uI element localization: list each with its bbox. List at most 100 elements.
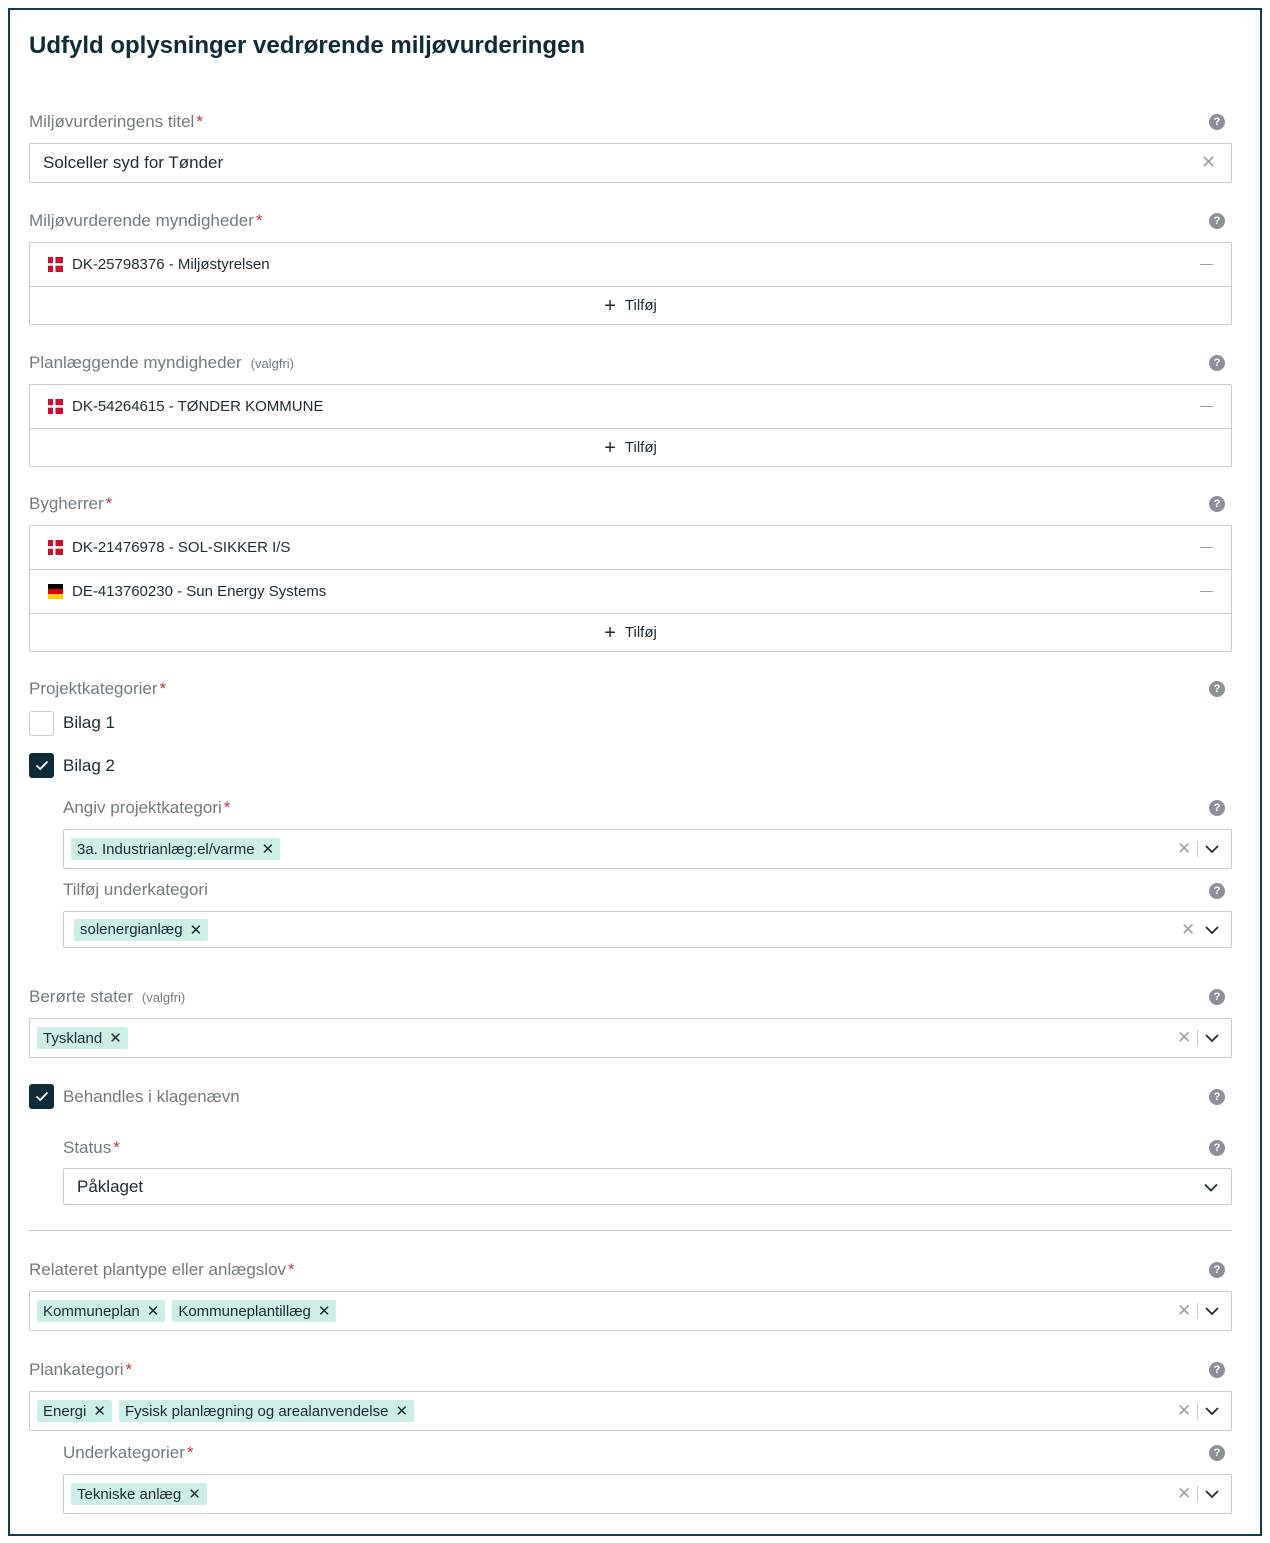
label-text: Projektkategorier: [29, 679, 158, 698]
help-icon[interactable]: ?: [1209, 883, 1225, 899]
separator: [1197, 1403, 1198, 1419]
clear-icon[interactable]: ✕: [1177, 1028, 1191, 1048]
help-icon[interactable]: ?: [1209, 355, 1225, 371]
remove-chip-icon[interactable]: ✕: [109, 1029, 122, 1047]
remove-icon[interactable]: [1200, 547, 1213, 548]
add-button[interactable]: + Tilføj: [30, 287, 1231, 324]
assessing-authorities-list: DK-25798376 - Miljøstyrelsen + Tilføj: [29, 242, 1232, 325]
remove-chip-icon[interactable]: ✕: [262, 840, 275, 858]
planning-authorities-list: DK-54264615 - TØNDER KOMMUNE + Tilføj: [29, 384, 1232, 467]
clear-icon[interactable]: ✕: [1181, 920, 1195, 940]
bilag-2-checkbox[interactable]: [29, 753, 54, 778]
developers-list: DK-21476978 - SOL-SIKKER I/S DE-41376023…: [29, 525, 1232, 652]
remove-icon[interactable]: [1200, 591, 1213, 592]
clear-icon[interactable]: ✕: [1201, 153, 1216, 171]
required-marker: *: [159, 679, 167, 698]
bilag-1-checkbox[interactable]: [29, 711, 54, 736]
plus-icon: +: [604, 436, 616, 459]
chevron-down-icon[interactable]: [1205, 1034, 1219, 1043]
required-marker: *: [125, 1360, 133, 1379]
optional-marker: (valgfri): [250, 356, 294, 371]
appeals-board-label: Behandles i klagenævn: [63, 1087, 240, 1106]
plan-subcategories-label: Underkategorier *: [63, 1443, 194, 1463]
required-marker: *: [255, 211, 263, 230]
clear-icon[interactable]: ✕: [1177, 839, 1191, 859]
remove-chip-icon[interactable]: ✕: [395, 1402, 408, 1420]
list-item: DK-25798376 - Miljøstyrelsen: [30, 243, 1231, 287]
separator: [1197, 1486, 1198, 1502]
add-button-label: Tilføj: [624, 624, 657, 641]
label-text: Planlæggende myndigheder: [29, 353, 242, 372]
help-icon[interactable]: ?: [1209, 114, 1225, 130]
planning-authorities-label: Planlæggende myndigheder (valgfri): [29, 353, 294, 373]
remove-chip-icon[interactable]: ✕: [188, 1485, 201, 1503]
clear-icon[interactable]: ✕: [1177, 1401, 1191, 1421]
chevron-down-icon[interactable]: [1205, 845, 1219, 854]
chip-label: Kommuneplantillæg: [178, 1302, 311, 1320]
page-title: Udfyld oplysninger vedrørende miljøvurde…: [29, 32, 586, 59]
checkmark-icon: [35, 760, 48, 771]
help-icon[interactable]: ?: [1209, 1445, 1225, 1461]
denmark-flag-icon: [48, 257, 63, 272]
add-button[interactable]: + Tilføj: [30, 429, 1231, 466]
chevron-down-icon[interactable]: [1205, 925, 1219, 934]
remove-chip-icon[interactable]: ✕: [147, 1302, 160, 1320]
required-marker: *: [113, 1138, 120, 1157]
chevron-down-icon[interactable]: [1205, 1307, 1219, 1316]
chip: solenergianlæg ✕: [74, 918, 209, 941]
plan-category-multiselect[interactable]: Energi ✕ Fysisk planlægning og arealanven…: [29, 1391, 1232, 1431]
chevron-down-icon[interactable]: [1205, 1407, 1219, 1416]
list-item: DE-413760230 - Sun Energy Systems: [30, 570, 1231, 614]
label-text: Plankategori: [29, 1360, 124, 1379]
required-marker: *: [105, 494, 113, 513]
chevron-down-icon[interactable]: [1204, 1183, 1218, 1192]
list-item: DK-54264615 - TØNDER KOMMUNE: [30, 385, 1231, 429]
germany-flag-icon: [48, 584, 63, 599]
help-icon[interactable]: ?: [1209, 989, 1225, 1005]
help-icon[interactable]: ?: [1209, 1262, 1225, 1278]
help-icon[interactable]: ?: [1209, 213, 1225, 229]
label-text: Berørte stater: [29, 987, 133, 1006]
project-categories-label: Projektkategorier *: [29, 679, 166, 699]
related-plan-multiselect[interactable]: Kommuneplan ✕ Kommuneplantillæg ✕ ✕: [29, 1291, 1232, 1331]
checkmark-icon: [35, 1091, 48, 1102]
add-button-label: Tilføj: [624, 439, 657, 456]
help-icon[interactable]: ?: [1209, 681, 1225, 697]
label-text: Status: [63, 1138, 112, 1157]
chevron-down-icon[interactable]: [1205, 1490, 1219, 1499]
title-input[interactable]: Solceller syd for Tønder: [29, 143, 1232, 183]
chip-label: Fysisk planlægning og arealanvendelse: [124, 1402, 389, 1420]
remove-chip-icon[interactable]: ✕: [318, 1302, 331, 1320]
remove-icon[interactable]: [1200, 406, 1213, 407]
affected-states-multiselect[interactable]: Tyskland ✕ ✕: [29, 1018, 1232, 1058]
add-button-label: Tilføj: [624, 297, 657, 314]
list-item-label: DE-413760230 - Sun Energy Systems: [72, 583, 327, 600]
developers-label: Bygherrer *: [29, 494, 112, 514]
help-icon[interactable]: ?: [1209, 800, 1225, 816]
list-item-label: DK-21476978 - SOL-SIKKER I/S: [72, 539, 291, 556]
status-label: Status *: [63, 1138, 120, 1158]
affected-states-label: Berørte stater (valgfri): [29, 987, 185, 1007]
add-button[interactable]: + Tilføj: [30, 614, 1231, 651]
remove-icon[interactable]: [1200, 264, 1213, 265]
remove-chip-icon[interactable]: ✕: [190, 921, 203, 939]
clear-icon[interactable]: ✕: [1177, 1484, 1191, 1504]
help-icon[interactable]: ?: [1209, 1140, 1225, 1156]
appeals-board-checkbox[interactable]: [29, 1084, 54, 1109]
clear-icon[interactable]: ✕: [1177, 1301, 1191, 1321]
optional-marker: (valgfri): [141, 990, 186, 1005]
remove-chip-icon[interactable]: ✕: [93, 1402, 106, 1420]
help-icon[interactable]: ?: [1209, 1089, 1225, 1105]
help-icon[interactable]: ?: [1209, 496, 1225, 512]
project-category-multiselect[interactable]: 3a. Industrianlæg:el/varme ✕ ✕: [63, 829, 1232, 869]
required-marker: *: [288, 1260, 295, 1279]
chip-label: Energi: [43, 1402, 87, 1420]
label-text: Tilføj underkategori: [63, 880, 208, 899]
plan-subcategories-multiselect[interactable]: Tekniske anlæg ✕ ✕: [63, 1474, 1232, 1514]
chip-label: Tekniske anlæg: [77, 1485, 182, 1503]
status-select[interactable]: Påklaget: [63, 1168, 1232, 1205]
label-text: Miljøvurderende myndigheder: [29, 211, 254, 230]
separator: [1197, 841, 1198, 857]
subcategory-multiselect[interactable]: solenergianlæg ✕ ✕: [63, 911, 1232, 948]
help-icon[interactable]: ?: [1209, 1362, 1225, 1378]
